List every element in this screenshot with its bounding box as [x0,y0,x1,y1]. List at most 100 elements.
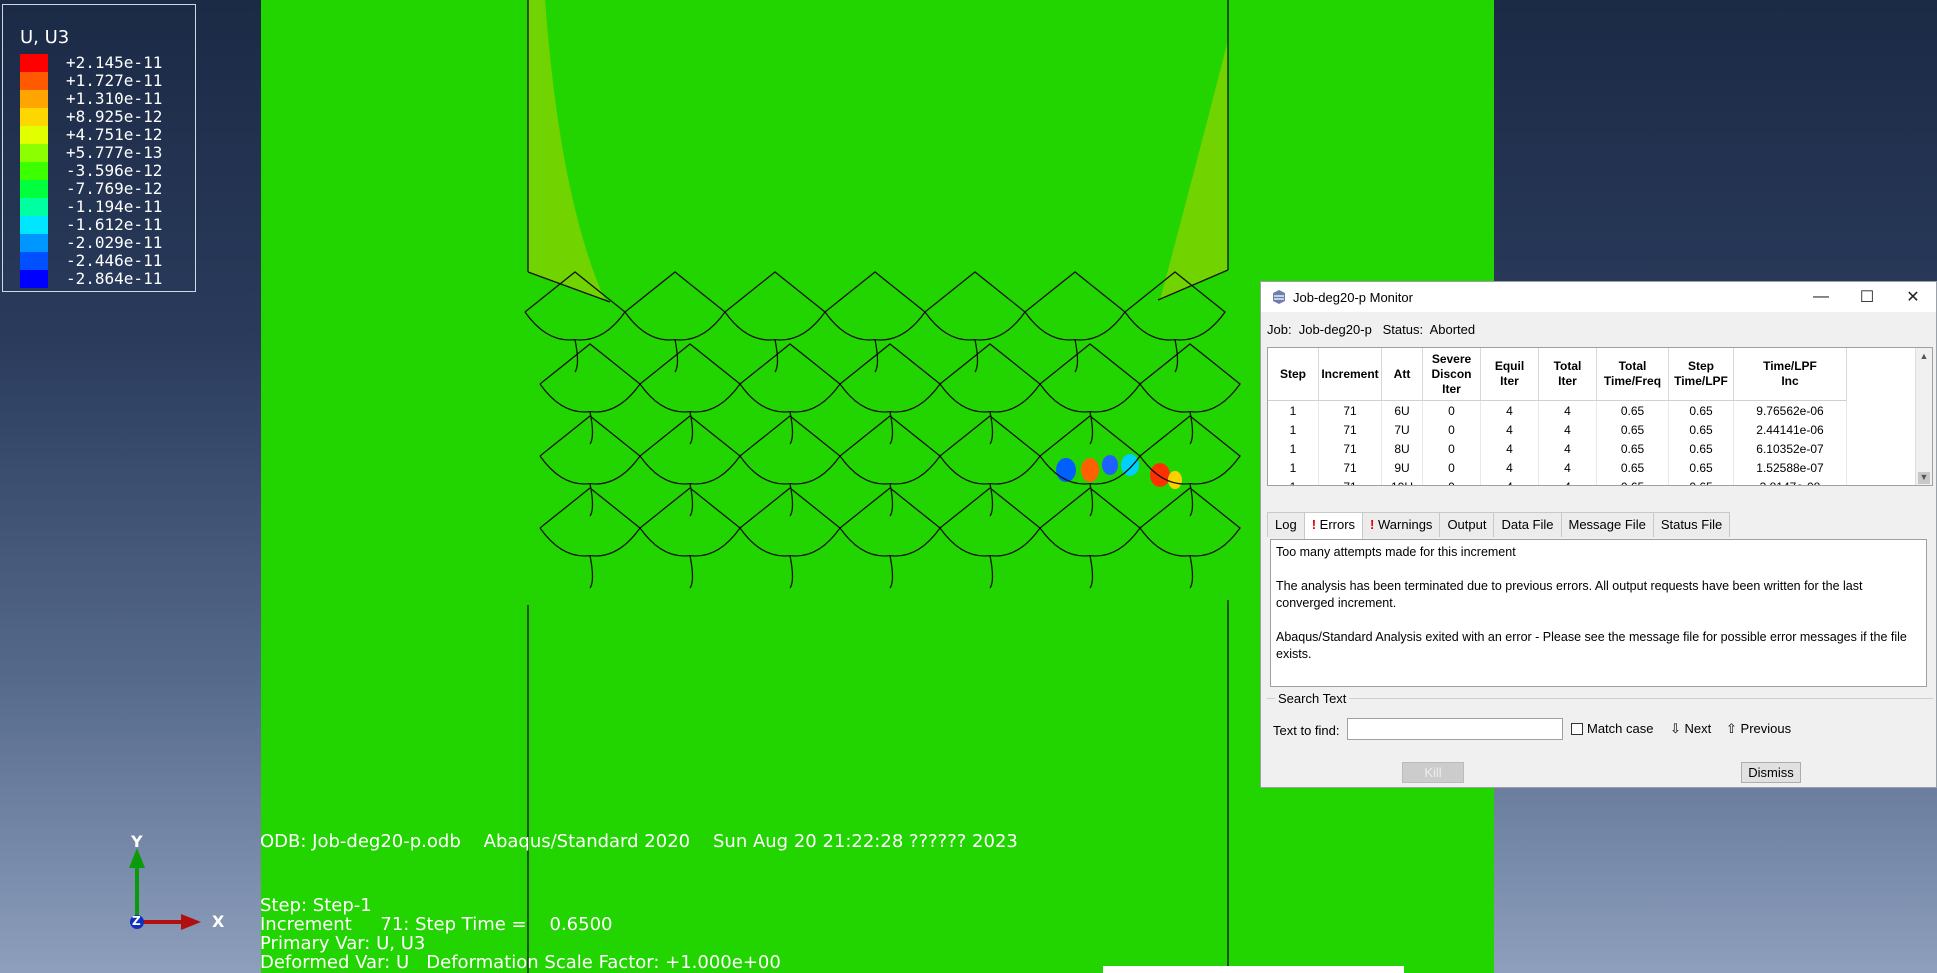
table-column-header[interactable]: Equil Iter [1480,348,1539,401]
dismiss-button[interactable]: Dismiss [1741,762,1801,783]
monitor-title: Job-deg20-p Monitor [1293,289,1413,305]
lattice-edge [889,555,894,589]
close-icon[interactable]: ✕ [1890,282,1936,312]
match-case-checkbox[interactable] [1571,723,1583,735]
axis-z-label: Z [132,914,141,928]
table-column-header[interactable]: Total Time/Freq [1596,348,1669,401]
table-row[interactable]: 1 71 7U 0 4 4 0.65 0.65 2.44141e-06 [1268,420,1847,439]
legend-swatch [20,90,48,108]
table-cell: 0.65 [1668,458,1734,477]
table-cell: 4 [1480,477,1539,485]
lattice-cell [924,271,1026,341]
table-column-header[interactable]: Time/LPF Inc [1733,348,1847,401]
arrow-up-icon: ⇧ [1726,721,1737,736]
find-input[interactable] [1347,718,1563,740]
legend-swatch [20,72,48,90]
primary-var-info: Primary Var: U, U3 [260,933,426,954]
increment-info: Increment 71: Step Time = 0.6500 [260,914,613,935]
table-cell: 1 [1268,458,1319,477]
tab-errors[interactable]: ! Errors [1303,512,1364,539]
abaqus-app-icon [1273,290,1285,304]
legend-value: +2.145e-11 [66,53,163,72]
tab-data-file[interactable]: Data File [1493,512,1562,537]
table-scrollbar[interactable]: ▲ ▼ [1915,348,1932,485]
table-column-header[interactable]: Step Time/LPF [1668,348,1734,401]
lattice-edge [1089,555,1094,589]
minimize-icon[interactable]: — [1798,282,1844,312]
maximize-icon[interactable]: ☐ [1844,282,1890,312]
table-cell: 0 [1422,420,1481,439]
table-column-header[interactable]: Att [1381,348,1423,401]
table-cell: 4 [1480,439,1539,458]
table-column-header[interactable]: Step [1268,348,1319,401]
table-cell: 71 [1318,400,1382,420]
table-cell: 6.10352e-07 [1733,439,1847,458]
increment-table[interactable]: Step Increment Att Severe Discon Iter Equil Ite… [1267,347,1933,486]
lattice-cell [939,487,1041,557]
table-cell: 0.65 [1596,400,1669,420]
table-cell: 4 [1480,420,1539,439]
monitor-titlebar[interactable]: Job-deg20-p Monitor — ☐ ✕ [1261,282,1936,312]
lattice-edge [789,555,794,589]
lattice-cell [539,487,641,557]
table-cell: 1 [1268,439,1319,458]
legend-swatch [20,54,48,72]
table-column-header[interactable]: Increment [1318,348,1382,401]
legend-swatch [20,126,48,144]
kill-button[interactable]: Kill [1402,762,1464,783]
error-message: The analysis has been terminated due to … [1276,579,1863,610]
lattice-cell [1039,487,1141,557]
table-column-header[interactable]: Severe Discon Iter [1422,348,1481,401]
lattice-cell [824,271,926,341]
table-cell: 1.52588e-07 [1733,458,1847,477]
table-column-header[interactable]: Total Iter [1538,348,1597,401]
tab-message-file[interactable]: Message File [1560,512,1654,537]
tab-status-file[interactable]: Status File [1652,512,1731,537]
alert-icon: ! [1311,517,1320,532]
next-label: Next [1684,721,1712,736]
deformed-var-info: Deformed Var: U Deformation Scale Factor… [260,952,781,973]
table-row[interactable]: 1 71 6U 0 4 4 0.65 0.65 9.76562e-06 [1268,400,1847,420]
table-cell: 6U [1381,400,1423,420]
tab-label: Output [1447,517,1487,532]
lattice-cell [724,271,826,341]
legend-value: +1.310e-11 [66,89,163,108]
legend-entry: +4.751e-12 [20,126,162,144]
lattice-cell [624,271,726,341]
table-cell: 1 [1268,477,1319,485]
bottom-panel-edge [1103,966,1404,973]
table-cell: 71 [1318,420,1382,439]
legend-value: +1.727e-11 [66,71,163,90]
table-cell: 9.76562e-06 [1733,400,1847,420]
legend-swatch [20,144,48,162]
table-cell: 4 [1538,477,1597,485]
scroll-down-icon[interactable]: ▼ [1916,469,1932,485]
axis-triad: Y X Z [125,832,235,944]
job-monitor-window[interactable]: Job-deg20-p Monitor — ☐ ✕ Job: Job-deg20… [1260,281,1937,788]
lattice-cell [739,487,841,557]
scroll-up-icon[interactable]: ▲ [1916,348,1932,364]
lattice-cell [1139,343,1241,413]
errors-text-area[interactable]: Too many attempts made for this incremen… [1270,539,1927,687]
next-button[interactable]: ⇩ Next [1670,721,1711,737]
tab-log[interactable]: Log [1267,512,1305,537]
lattice-cell [539,415,641,485]
legend-value: -2.029e-11 [66,233,163,252]
tab-label: Warnings [1378,517,1433,532]
tab-output[interactable]: Output [1439,512,1495,537]
tab-label: Data File [1501,517,1554,532]
lattice-cell [939,343,1041,413]
previous-button[interactable]: ⇧ Previous [1726,721,1791,737]
table-row[interactable]: 17110U0440.650.653.8147e-08 [1268,477,1847,485]
tab-label: Status File [1660,517,1723,532]
table-row[interactable]: 1 71 9U 0 4 4 0.65 0.65 1.52588e-07 [1268,458,1847,477]
tab-warnings[interactable]: ! Warnings [1362,512,1441,537]
table-cell: 0 [1422,458,1481,477]
legend-entry: +8.925e-12 [20,108,162,126]
lattice-cell [739,343,841,413]
table-cell: 10U [1381,477,1423,485]
table-row[interactable]: 1 71 8U 0 4 4 0.65 0.65 6.10352e-07 [1268,439,1847,458]
find-label: Text to find: [1273,723,1340,738]
legend-swatch [20,162,48,180]
table-cell: 0.65 [1668,477,1734,485]
